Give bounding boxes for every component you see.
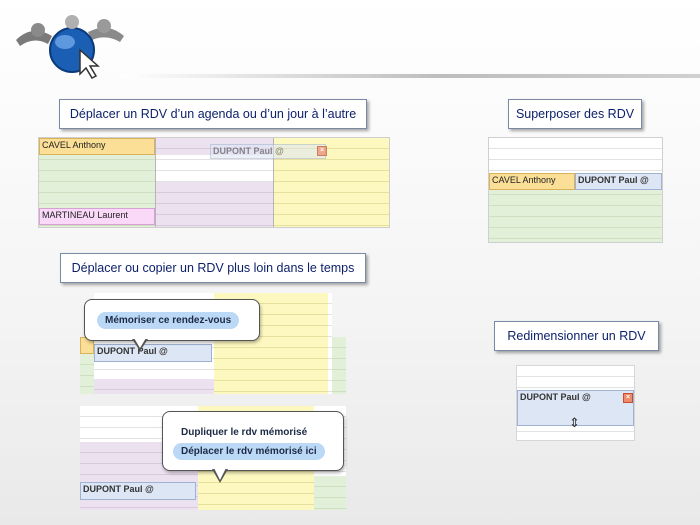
appointment-dupont[interactable]: DUPONT Paul @: [575, 173, 662, 190]
appointment-label: DUPONT Paul @: [213, 146, 284, 156]
context-menu-memorize: Mémoriser ce rendez-vous: [84, 299, 260, 341]
close-icon[interactable]: ×: [317, 146, 327, 156]
label-superpose-rdv: Superposer des RDV: [508, 99, 642, 129]
menu-item-duplicate[interactable]: Dupliquer le rdv mémorisé: [181, 427, 307, 438]
close-icon[interactable]: ×: [623, 393, 633, 403]
appointment-dupont[interactable]: DUPONT Paul @: [80, 482, 196, 500]
appointment-cavel[interactable]: CAVEL Anthony: [39, 138, 155, 155]
appointment-dupont[interactable]: DUPONT Paul @: [94, 344, 212, 362]
header-divider: [120, 74, 700, 78]
calendar-block-purple: [156, 182, 273, 227]
context-menu-paste: Dupliquer le rdv mémorisé Déplacer le rd…: [162, 411, 344, 471]
menu-item-move-here[interactable]: Déplacer le rdv mémorisé ici: [173, 443, 325, 460]
calendar-grid-superpose: CAVEL Anthony DUPONT Paul @: [488, 137, 663, 243]
appointment-label: DUPONT Paul @: [520, 392, 591, 402]
appointment-dupont-dragging[interactable]: DUPONT Paul @: [210, 144, 326, 159]
label-copy-rdv: Déplacer ou copier un RDV plus loin dans…: [60, 253, 366, 283]
appointment-cavel[interactable]: CAVEL Anthony: [489, 173, 575, 190]
calendar-grid-resize: DUPONT Paul @ × ⇕: [516, 365, 635, 441]
calendar-grid-move: CAVEL Anthony MARTINEAU Laurent DUPONT P…: [38, 137, 390, 228]
appointment-martineau[interactable]: MARTINEAU Laurent: [39, 208, 155, 225]
app-logo: [12, 10, 128, 82]
resize-handle-icon[interactable]: ⇕: [569, 416, 580, 429]
label-resize-rdv: Redimensionner un RDV: [494, 321, 659, 351]
menu-item-memorize[interactable]: Mémoriser ce rendez-vous: [97, 312, 240, 329]
label-move-rdv: Déplacer un RDV d’un agenda ou d’un jour…: [59, 99, 367, 129]
